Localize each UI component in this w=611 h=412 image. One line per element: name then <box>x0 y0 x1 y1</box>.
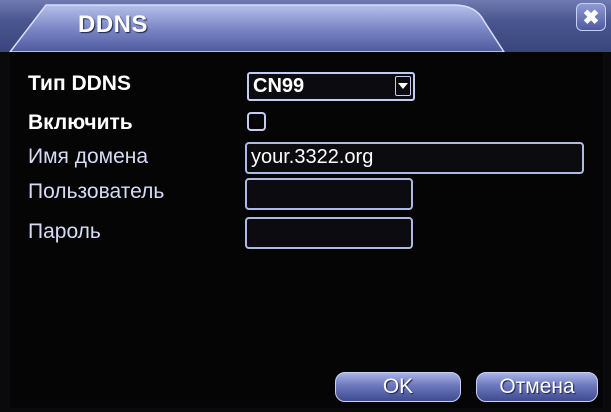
close-icon: ✖ <box>582 6 600 29</box>
cancel-button[interactable]: Отмена <box>476 372 598 402</box>
ddns-type-label: Тип DDNS <box>28 72 131 95</box>
password-input[interactable] <box>245 217 413 249</box>
enable-label: Включить <box>28 111 133 134</box>
user-label: Пользователь <box>28 180 165 203</box>
ok-button[interactable]: OK <box>335 372 461 402</box>
chevron-down-icon[interactable] <box>395 76 411 96</box>
ddns-type-value: CN99 <box>253 75 305 97</box>
form-panel: Тип DDNS CN99 Включить Имя домена your.3… <box>10 52 603 408</box>
enable-checkbox[interactable] <box>247 112 266 131</box>
close-button[interactable]: ✖ <box>576 3 606 31</box>
title-bar[interactable]: DDNS ✖ <box>0 0 611 52</box>
user-input[interactable] <box>245 178 413 210</box>
password-label: Пароль <box>28 220 101 243</box>
ddns-dialog: DDNS ✖ Тип DDNS CN99 Включить Имя домена… <box>0 0 611 412</box>
domain-label: Имя домена <box>28 145 149 168</box>
title-tab: DDNS <box>6 3 506 52</box>
domain-input[interactable]: your.3322.org <box>245 142 584 174</box>
ddns-type-select[interactable]: CN99 <box>247 72 415 101</box>
dialog-title: DDNS <box>78 11 149 38</box>
